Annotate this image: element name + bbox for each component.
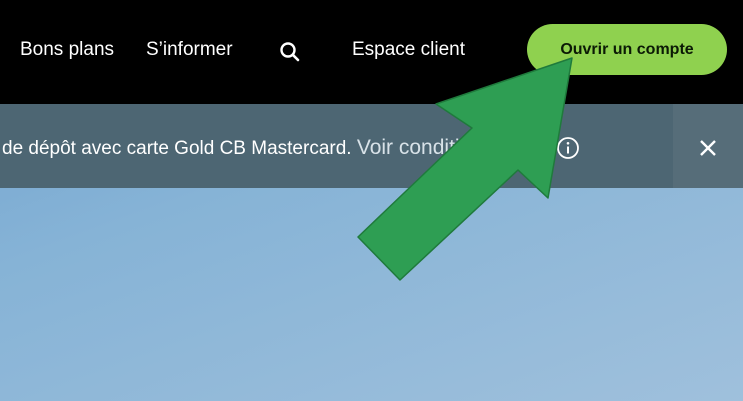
open-account-button[interactable]: Ouvrir un compte	[527, 24, 727, 75]
nav-link-bons-plans[interactable]: Bons plans	[20, 38, 114, 62]
close-banner-button[interactable]	[673, 104, 743, 188]
page: Bons plans S’informer Espace client Ouvr…	[0, 0, 743, 401]
banner-message: de dépôt avec carte Gold CB Mastercard. …	[2, 136, 493, 161]
info-icon[interactable]	[556, 136, 580, 160]
search-icon[interactable]	[278, 40, 302, 64]
nav-link-sinformer[interactable]: S’informer	[146, 38, 233, 62]
banner-conditions-link[interactable]: Voir conditions	[357, 136, 494, 159]
top-navigation: Bons plans S’informer Espace client Ouvr…	[0, 0, 743, 104]
banner-text: de dépôt avec carte Gold CB Mastercard.	[2, 138, 352, 159]
nav-link-espace-client[interactable]: Espace client	[352, 38, 465, 62]
promo-banner: de dépôt avec carte Gold CB Mastercard. …	[0, 104, 743, 188]
close-icon	[700, 140, 716, 156]
